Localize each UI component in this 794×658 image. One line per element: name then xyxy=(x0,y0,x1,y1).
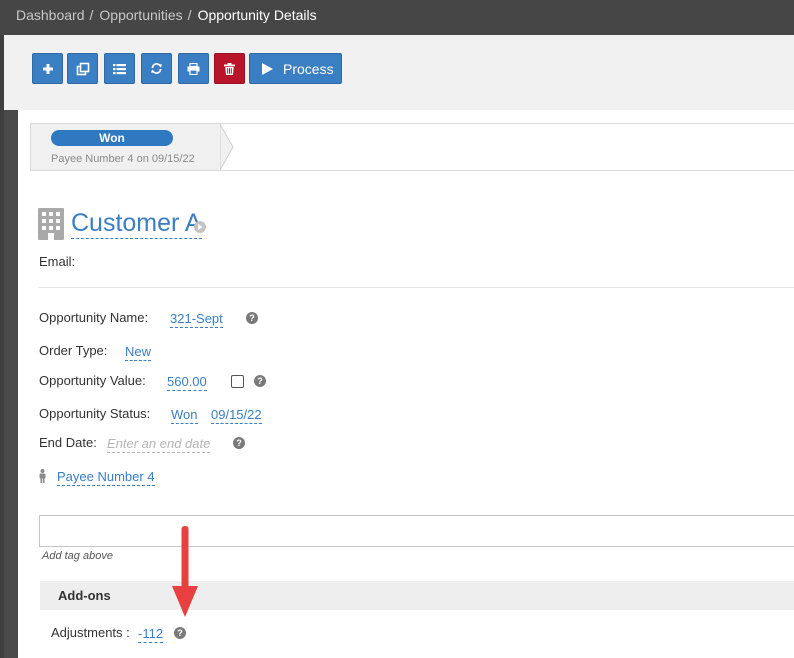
refresh-button[interactable] xyxy=(141,53,172,84)
end-date-value[interactable]: Enter an end date xyxy=(107,435,211,453)
stage-arrow-icon xyxy=(220,124,234,170)
stage-bar: Won Payee Number 4 on 09/15/22 xyxy=(30,123,794,171)
opportunity-name-value[interactable]: 321-Sept xyxy=(170,310,223,328)
tag-input[interactable] xyxy=(39,515,794,547)
list-button[interactable] xyxy=(104,53,135,84)
copy-icon xyxy=(76,62,89,75)
stage-subtitle: Payee Number 4 on 09/15/22 xyxy=(51,153,195,165)
opportunity-status-label: Opportunity Status: xyxy=(39,406,151,421)
top-bar: Dashboard / Opportunities / Opportunity Deta… xyxy=(0,0,794,35)
stage-pill: Won xyxy=(51,130,173,146)
print-icon xyxy=(187,62,200,75)
arrow-circle-right-icon[interactable] xyxy=(194,221,206,233)
red-annotation-arrow-icon xyxy=(172,526,198,617)
breadcrumb-separator: / xyxy=(187,7,192,23)
breadcrumb-opportunities[interactable]: Opportunities xyxy=(99,7,182,23)
main-content: Won Payee Number 4 on 09/15/22 Customer … xyxy=(18,110,794,658)
trash-icon xyxy=(224,62,235,75)
help-icon[interactable]: ? xyxy=(233,437,245,449)
toolbar: Process xyxy=(4,35,794,110)
help-icon[interactable]: ? xyxy=(174,627,186,639)
tag-hint: Add tag above xyxy=(42,550,113,562)
building-icon xyxy=(38,208,64,240)
breadcrumb-current: Opportunity Details xyxy=(197,7,317,23)
customer-name[interactable]: Customer A xyxy=(71,208,202,239)
adjustments-value[interactable]: -112 xyxy=(138,625,164,643)
opportunity-status-date[interactable]: 09/15/22 xyxy=(211,406,262,424)
delete-button[interactable] xyxy=(214,53,245,84)
process-button[interactable]: Process xyxy=(249,53,342,84)
order-type-label: Order Type: xyxy=(39,343,108,358)
breadcrumb: Dashboard / Opportunities / Opportunity Deta… xyxy=(16,7,317,23)
end-date-label: End Date: xyxy=(39,435,97,450)
help-icon[interactable]: ? xyxy=(254,375,266,387)
addons-section-header: Add-ons xyxy=(40,581,794,610)
opportunity-value-checkbox[interactable] xyxy=(231,375,244,388)
opportunity-value-value[interactable]: 560.00 xyxy=(167,373,207,391)
process-button-label: Process xyxy=(283,60,334,77)
opportunity-value-label: Opportunity Value: xyxy=(39,373,146,388)
left-rail xyxy=(0,35,4,658)
breadcrumb-dashboard[interactable]: Dashboard xyxy=(16,7,85,23)
opportunity-status-value[interactable]: Won xyxy=(171,406,198,424)
order-type-value[interactable]: New xyxy=(125,343,152,361)
email-label: Email: xyxy=(39,254,76,269)
refresh-icon xyxy=(151,63,162,74)
plus-icon xyxy=(42,63,53,74)
copy-button[interactable] xyxy=(67,53,98,84)
opportunity-name-label: Opportunity Name: xyxy=(39,310,149,325)
list-icon xyxy=(113,63,126,74)
print-button[interactable] xyxy=(178,53,209,84)
breadcrumb-separator: / xyxy=(89,7,94,23)
person-icon xyxy=(39,469,46,483)
divider xyxy=(39,287,794,288)
play-icon xyxy=(262,62,273,75)
addons-title: Add-ons xyxy=(58,588,111,603)
add-button[interactable] xyxy=(32,53,63,84)
help-icon[interactable]: ? xyxy=(246,312,258,324)
payee-link[interactable]: Payee Number 4 xyxy=(57,468,155,486)
adjustments-label: Adjustments : xyxy=(51,625,130,640)
stage-won[interactable]: Won Payee Number 4 on 09/15/22 xyxy=(31,124,221,170)
